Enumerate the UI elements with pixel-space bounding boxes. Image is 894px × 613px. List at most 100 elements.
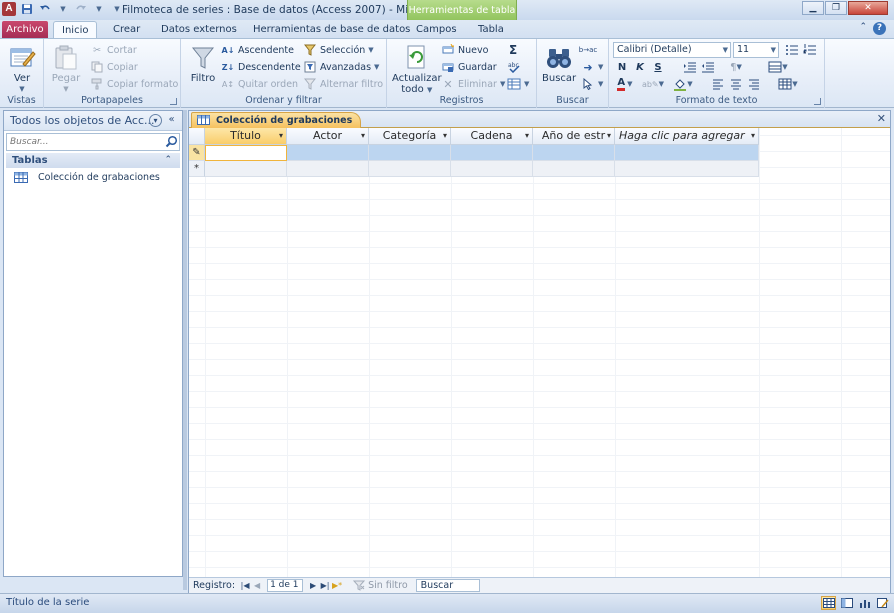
chevron-down-icon[interactable]: ▾	[607, 128, 611, 144]
more-records-button[interactable]: ▼	[507, 76, 529, 92]
chevron-down-icon[interactable]: ▾	[525, 128, 529, 144]
decrease-indent-icon[interactable]	[699, 59, 717, 75]
row-selector-editing[interactable]: ✎	[189, 145, 205, 161]
align-right-icon[interactable]	[745, 76, 763, 92]
cell-ano-estreno[interactable]	[533, 161, 615, 177]
ver-button[interactable]: Ver ▼	[6, 43, 38, 95]
tab-herramientas-base-datos[interactable]: Herramientas de base de datos	[245, 21, 418, 38]
cortar-button[interactable]: ✂ Cortar	[90, 42, 137, 58]
cell-actor[interactable]	[287, 161, 369, 177]
bullets-icon[interactable]	[783, 42, 801, 58]
first-record-icon[interactable]: |◀	[239, 580, 251, 592]
cell-cadena[interactable]	[451, 161, 533, 177]
redo-icon[interactable]	[74, 2, 88, 16]
pane-splitter[interactable]	[183, 110, 187, 590]
cell-titulo[interactable]	[205, 161, 287, 177]
tab-tabla[interactable]: Tabla	[470, 21, 512, 38]
replace-button[interactable]: b→ac	[579, 42, 597, 58]
cell-titulo[interactable]	[205, 145, 287, 161]
tab-campos[interactable]: Campos	[408, 21, 465, 38]
tab-datos-externos[interactable]: Datos externos	[153, 21, 245, 38]
totals-button[interactable]: Σ	[509, 42, 517, 58]
minimize-button[interactable]: ▁	[802, 1, 824, 15]
row-selector-new[interactable]: *	[189, 161, 205, 177]
current-record-field[interactable]: 1 de 1	[267, 579, 304, 592]
bold-button[interactable]: N	[613, 59, 631, 75]
select-all-cell[interactable]	[189, 128, 205, 145]
numbering-icon[interactable]	[801, 42, 819, 58]
pegar-button[interactable]: Pegar ▼	[50, 43, 82, 95]
actualizar-todo-button[interactable]: Actualizar todo ▼	[392, 43, 442, 96]
font-size-select[interactable]: 11 ▼	[733, 42, 779, 58]
redo-dropdown-icon[interactable]: ▼	[92, 2, 106, 16]
buscar-button[interactable]: Buscar	[542, 43, 576, 84]
column-header-categoria[interactable]: Categoría ▾	[369, 128, 451, 145]
nuevo-button[interactable]: Nuevo	[441, 42, 488, 58]
column-header-actor[interactable]: Actor ▾	[287, 128, 369, 145]
access-app-icon[interactable]: A	[2, 2, 16, 16]
cell-add-field[interactable]	[615, 145, 759, 161]
column-header-ano-estreno[interactable]: Año de estr ▾	[533, 128, 615, 145]
copiar-formato-button[interactable]: Copiar formato	[90, 76, 178, 92]
quitar-orden-button[interactable]: A↕ Quitar orden	[221, 76, 298, 92]
cell-add-field[interactable]	[615, 161, 759, 177]
select-button[interactable]: ▼	[581, 76, 603, 92]
last-record-icon[interactable]: ▶|	[319, 580, 331, 592]
copiar-button[interactable]: Copiar	[90, 59, 138, 75]
gridlines-icon[interactable]: ▼	[765, 59, 791, 75]
new-record-nav-icon[interactable]: ▶*	[331, 580, 343, 592]
column-header-cadena[interactable]: Cadena ▾	[451, 128, 533, 145]
eliminar-button[interactable]: ✕ Eliminar ▼	[441, 76, 505, 92]
next-record-icon[interactable]: ▶	[307, 580, 319, 592]
italic-button[interactable]: K	[631, 59, 649, 75]
undo-dropdown-icon[interactable]: ▼	[56, 2, 70, 16]
column-header-titulo[interactable]: Título ▾	[205, 128, 287, 145]
nav-menu-icon[interactable]: ▾	[149, 114, 162, 127]
align-left-icon[interactable]	[709, 76, 727, 92]
increase-indent-icon[interactable]	[681, 59, 699, 75]
goto-button[interactable]: ➜ ▼	[581, 59, 603, 75]
cell-cadena[interactable]	[451, 145, 533, 161]
chevron-down-icon[interactable]: ▾	[751, 128, 755, 144]
chevron-down-icon[interactable]: ▾	[361, 128, 365, 144]
filter-status[interactable]: Sin filtro	[353, 580, 408, 591]
cell-categoria[interactable]	[369, 145, 451, 161]
filtro-button[interactable]: Filtro	[187, 43, 219, 84]
search-icon[interactable]	[165, 135, 178, 148]
tab-archivo[interactable]: Archivo	[2, 21, 48, 38]
paragraph-direction-icon[interactable]: ¶ ▼	[727, 59, 745, 75]
seleccion-button[interactable]: Selección ▼	[303, 42, 374, 58]
help-icon[interactable]: ?	[873, 22, 886, 35]
previous-record-icon[interactable]: ◀	[251, 580, 263, 592]
nav-category-tablas[interactable]: Tablas ⌃	[6, 153, 180, 168]
pivotchart-view-icon[interactable]	[857, 596, 872, 610]
nav-item-coleccion-grabaciones[interactable]: Colección de grabaciones	[4, 168, 182, 186]
close-document-icon[interactable]: ✕	[877, 112, 886, 125]
guardar-button[interactable]: Guardar	[441, 59, 497, 75]
column-header-add-field[interactable]: Haga clic para agregar ▾	[615, 128, 759, 145]
collapse-pane-icon[interactable]: «	[165, 114, 178, 127]
descendente-button[interactable]: Z↓ Descendente	[221, 59, 301, 75]
font-color-button[interactable]: A ▼	[613, 76, 637, 92]
highlight-color-icon[interactable]: ab✎ ▼	[641, 76, 665, 92]
cell-categoria[interactable]	[369, 161, 451, 177]
avanzadas-button[interactable]: Avanzadas ▼	[303, 59, 379, 75]
alternar-filtro-button[interactable]: Alternar filtro	[303, 76, 383, 92]
chevron-down-icon[interactable]: ▾	[279, 128, 283, 144]
record-search-input[interactable]: Buscar	[415, 579, 480, 592]
datasheet-view-icon[interactable]	[821, 596, 836, 610]
design-view-icon[interactable]	[875, 596, 890, 610]
pivottable-view-icon[interactable]	[839, 596, 854, 610]
save-icon[interactable]	[20, 2, 34, 16]
portapapeles-launcher-icon[interactable]	[170, 98, 177, 105]
minimize-ribbon-icon[interactable]: ⌃	[859, 22, 867, 35]
maximize-button[interactable]: ❐	[825, 1, 847, 15]
tab-crear[interactable]: Crear	[105, 21, 148, 38]
cell-ano-estreno[interactable]	[533, 145, 615, 161]
tab-inicio[interactable]: Inicio	[53, 21, 98, 39]
underline-button[interactable]: S	[649, 59, 667, 75]
close-button[interactable]: ✕	[848, 1, 888, 15]
ascendente-button[interactable]: A↓ Ascendente	[221, 42, 294, 58]
nav-search-input[interactable]	[7, 134, 167, 150]
document-tab-coleccion[interactable]: Colección de grabaciones	[191, 112, 362, 128]
